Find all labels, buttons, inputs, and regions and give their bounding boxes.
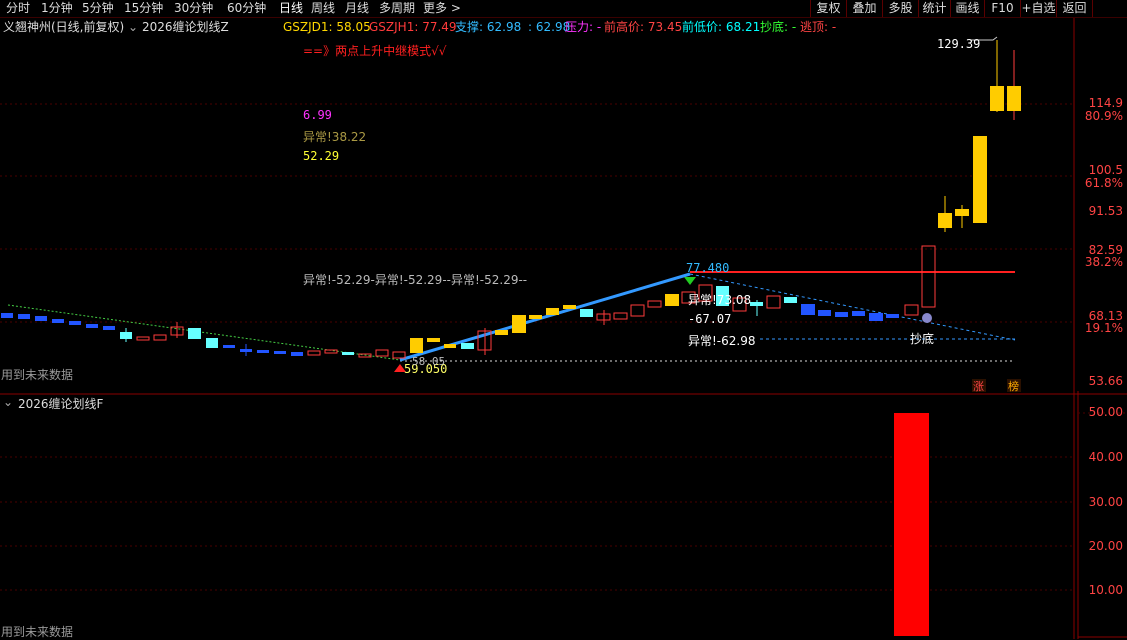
mid-anomaly-label: 异常!73.08 <box>688 293 752 307</box>
candle <box>495 330 508 335</box>
candle <box>750 302 763 306</box>
high-price-label: 129.39 <box>937 37 981 51</box>
candle <box>375 349 389 357</box>
candle <box>630 304 645 317</box>
candle <box>291 352 303 356</box>
buy-marker <box>922 313 932 323</box>
candle <box>546 308 559 315</box>
candle <box>665 294 679 306</box>
axis-label: 38.2% <box>1084 255 1123 269</box>
axis-label: 91.53 <box>1088 204 1123 218</box>
candle <box>886 314 899 318</box>
candle <box>136 336 150 341</box>
candle <box>904 304 919 316</box>
candle <box>1 313 13 318</box>
candle <box>18 314 30 319</box>
value-label-1: 6.99 <box>303 108 332 122</box>
sub-indicator-name[interactable]: 2026缠论划线F <box>18 395 103 412</box>
axis-label: 53.66 <box>1088 374 1123 388</box>
sub-axis-label: 50.00 <box>1088 405 1123 419</box>
peak-price-label: 77.480 <box>686 261 730 275</box>
axis-label: 80.9% <box>1084 109 1123 123</box>
sub-axis-label: 30.00 <box>1088 495 1123 509</box>
candle <box>120 332 132 339</box>
candle <box>324 349 338 354</box>
mid-anomaly-label-2: 异常!-62.98 <box>688 334 756 348</box>
candle <box>529 315 542 319</box>
candle <box>613 312 628 320</box>
candle <box>1007 86 1021 111</box>
candle <box>52 319 64 323</box>
candle <box>580 309 593 317</box>
candle <box>921 245 936 308</box>
candle <box>973 136 987 223</box>
candle <box>307 350 321 356</box>
candle <box>869 313 883 321</box>
sub-axis-label: 10.00 <box>1088 583 1123 597</box>
candle <box>990 86 1004 111</box>
sub-axis-label: 20.00 <box>1088 539 1123 553</box>
grid-lines <box>0 103 1127 591</box>
value-label-2: 异常!38.22 <box>303 130 367 144</box>
candle <box>766 295 781 309</box>
kline-chart <box>0 18 1127 639</box>
buy-signal-label: 抄底 <box>910 332 935 346</box>
candle <box>410 338 423 353</box>
low-price-label-2: 58.05 <box>412 355 446 368</box>
sub-future-data-note: 用到未来数据 <box>1 625 74 639</box>
candle <box>153 334 167 341</box>
axis-label: 114.9 <box>1088 96 1123 110</box>
badge-zhang[interactable]: 涨 <box>973 378 984 394</box>
candle <box>188 328 201 339</box>
candle <box>938 213 952 228</box>
mode-text: ==》两点上升中继模式√√ <box>303 44 447 58</box>
candle <box>274 351 286 354</box>
candle <box>86 324 98 328</box>
candle <box>563 305 576 309</box>
anomaly-line-text: 异常!-52.29-异常!-52.29--异常!-52.29-- <box>303 273 528 287</box>
candle <box>427 338 440 342</box>
candle <box>257 350 269 353</box>
candle <box>444 344 456 348</box>
value-label-3: 52.29 <box>303 149 340 163</box>
candle <box>342 352 354 355</box>
sub-axis-label: 40.00 <box>1088 450 1123 464</box>
candle <box>801 304 815 315</box>
axis-label: 100.5 <box>1088 163 1123 177</box>
sub-indicator-dropdown-icon[interactable]: ⌄ <box>3 395 13 409</box>
candle <box>392 351 406 359</box>
candle <box>461 343 474 349</box>
sub-red-bar <box>894 413 929 636</box>
candle <box>818 310 831 316</box>
mid-value-label: -67.07 <box>688 312 732 326</box>
axis-label: 61.8% <box>1084 176 1123 190</box>
candle <box>647 300 662 308</box>
downtrend-line <box>7 304 401 361</box>
candle <box>223 345 235 348</box>
candle <box>835 312 848 317</box>
candle <box>69 321 81 325</box>
axis-label: 19.1% <box>1084 321 1123 335</box>
candle <box>512 315 526 333</box>
candle <box>852 311 865 316</box>
candle <box>955 209 969 216</box>
future-data-note: 用到未来数据 <box>1 368 74 382</box>
candle <box>206 338 218 348</box>
peak-marker-triangle <box>684 277 696 285</box>
candle <box>240 349 252 352</box>
candle <box>784 297 797 303</box>
candle <box>35 316 47 321</box>
candle <box>103 326 115 330</box>
badge-bang[interactable]: 榜 <box>1008 378 1019 394</box>
